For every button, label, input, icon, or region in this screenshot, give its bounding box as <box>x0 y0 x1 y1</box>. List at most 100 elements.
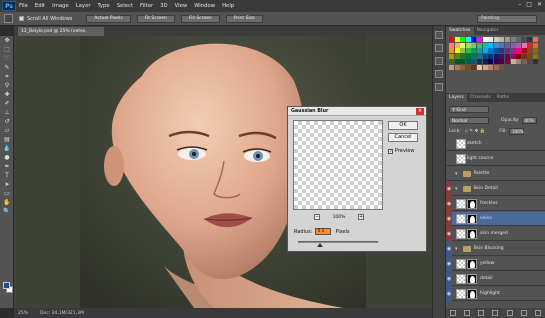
visibility-eye-icon[interactable]: ◉ <box>446 226 452 241</box>
color-swatch[interactable] <box>532 42 538 48</box>
color-swatch[interactable] <box>476 59 482 65</box>
lasso-tool-icon[interactable]: ➰ <box>2 54 12 63</box>
color-swatch[interactable] <box>521 59 527 65</box>
color-swatch[interactable] <box>465 64 471 70</box>
color-swatch[interactable] <box>488 53 494 59</box>
color-swatch[interactable] <box>482 48 488 54</box>
color-swatch[interactable] <box>465 48 471 54</box>
color-swatch[interactable] <box>527 37 533 42</box>
new-layer-icon[interactable] <box>520 310 527 316</box>
visibility-eye-icon[interactable] <box>446 152 452 166</box>
color-swatch[interactable] <box>449 53 454 59</box>
foreground-color-swatch[interactable] <box>3 282 10 289</box>
dodge-tool-icon[interactable]: ● <box>2 153 12 162</box>
radius-slider-handle[interactable] <box>317 243 324 247</box>
color-swatch[interactable] <box>449 64 454 70</box>
color-swatch[interactable] <box>465 37 471 42</box>
layer-style-icon[interactable] <box>464 310 471 316</box>
color-swatch[interactable] <box>460 48 466 54</box>
maximize-icon[interactable]: □ <box>526 1 532 8</box>
color-swatch[interactable] <box>488 59 494 65</box>
shape-tool-icon[interactable]: ▭ <box>2 189 12 198</box>
color-swatch[interactable] <box>493 37 499 42</box>
color-swatch[interactable] <box>504 37 510 42</box>
status-zoom[interactable]: 25% <box>18 311 28 316</box>
color-swatch[interactable] <box>499 48 505 54</box>
layer-mask-thumbnail[interactable] <box>467 258 477 269</box>
blend-mode-select[interactable]: Normal <box>449 116 489 124</box>
zoom-out-button[interactable]: − <box>314 214 320 220</box>
color-swatch[interactable] <box>471 53 477 59</box>
photoshop-logo[interactable]: Ps <box>2 1 16 11</box>
link-layers-icon[interactable] <box>450 310 457 316</box>
crop-tool-icon[interactable]: ⌗ <box>2 72 12 81</box>
color-swatch[interactable] <box>488 42 494 48</box>
close-icon[interactable]: × <box>416 108 424 115</box>
menu-filter[interactable]: Filter <box>140 3 153 9</box>
layer-mask-thumbnail[interactable] <box>467 228 477 239</box>
color-swatch[interactable] <box>460 59 466 65</box>
color-swatch[interactable] <box>449 48 454 54</box>
color-swatch[interactable] <box>465 42 471 48</box>
fill-input[interactable]: 100% <box>508 127 524 135</box>
menu-help[interactable]: Help <box>222 3 234 9</box>
group-expand-icon[interactable]: ▾ <box>455 171 458 177</box>
menu-edit[interactable]: Edit <box>35 3 45 9</box>
color-swatch[interactable] <box>482 53 488 59</box>
menu-image[interactable]: Image <box>52 3 69 9</box>
group-expand-icon[interactable]: ▾ <box>455 246 458 252</box>
zoom-tool-icon[interactable]: 🔍 <box>2 207 12 216</box>
menu-view[interactable]: View <box>175 3 188 9</box>
color-swatch[interactable] <box>516 42 522 48</box>
color-swatch[interactable] <box>454 37 460 42</box>
menu-type[interactable]: Type <box>98 3 110 9</box>
color-swatch[interactable] <box>460 37 466 42</box>
brush-presets-icon[interactable] <box>435 44 443 52</box>
group-expand-icon[interactable]: ▾ <box>455 186 458 192</box>
layer-thumbnail[interactable] <box>456 153 466 164</box>
color-swatch[interactable] <box>488 37 494 42</box>
color-swatch[interactable] <box>482 64 488 70</box>
layer-mask-thumbnail[interactable] <box>467 273 477 284</box>
color-swatch[interactable] <box>532 59 538 65</box>
color-swatch[interactable] <box>510 42 516 48</box>
color-swatch[interactable] <box>521 48 527 54</box>
layer-row[interactable]: light source <box>446 152 545 166</box>
visibility-eye-icon[interactable] <box>446 137 452 151</box>
color-swatch[interactable] <box>449 42 454 48</box>
layer-row[interactable]: sketch <box>446 137 545 151</box>
lock-icons[interactable]: ▫ ✎ ✥ 🔒 <box>465 129 486 134</box>
color-swatch[interactable] <box>499 53 505 59</box>
layer-row[interactable]: ◉ veins <box>446 211 545 226</box>
color-swatch[interactable] <box>521 42 527 48</box>
color-swatch[interactable] <box>471 37 477 42</box>
adjustment-layer-icon[interactable] <box>492 310 499 316</box>
visibility-eye-icon[interactable]: ◉ <box>446 271 452 286</box>
layer-kind-filter[interactable]: ⚲ Kind <box>449 105 489 113</box>
layer-row[interactable]: ◉ detail <box>446 271 545 286</box>
color-swatch[interactable] <box>510 59 516 65</box>
blur-tool-icon[interactable]: 💧 <box>2 144 12 153</box>
color-swatch[interactable] <box>488 48 494 54</box>
color-swatch[interactable] <box>527 53 533 59</box>
color-swatch[interactable] <box>488 64 494 70</box>
visibility-eye-icon[interactable] <box>446 167 452 181</box>
color-swatch[interactable] <box>499 42 505 48</box>
color-swatch[interactable] <box>454 48 460 54</box>
layer-row[interactable]: ◉ highlight <box>446 286 545 301</box>
workspace-select[interactable]: Painting <box>477 15 537 23</box>
preview-checkbox[interactable]: ✓ <box>388 148 393 154</box>
layer-mask-thumbnail[interactable] <box>467 213 477 224</box>
layer-row[interactable]: ◉ skin merged <box>446 226 545 241</box>
menu-layer[interactable]: Layer <box>76 3 91 9</box>
layer-thumbnail[interactable] <box>456 258 466 269</box>
new-group-icon[interactable] <box>506 310 513 316</box>
quick-select-tool-icon[interactable]: ✎ <box>2 63 12 72</box>
layer-mask-thumbnail[interactable] <box>467 288 477 299</box>
color-swatch[interactable] <box>449 59 454 65</box>
color-swatch[interactable] <box>454 59 460 65</box>
color-swatch[interactable] <box>476 48 482 54</box>
delete-layer-icon[interactable] <box>534 310 541 316</box>
visibility-eye-icon[interactable]: ◉ <box>446 211 452 226</box>
menu-3d[interactable]: 3D <box>160 3 167 9</box>
